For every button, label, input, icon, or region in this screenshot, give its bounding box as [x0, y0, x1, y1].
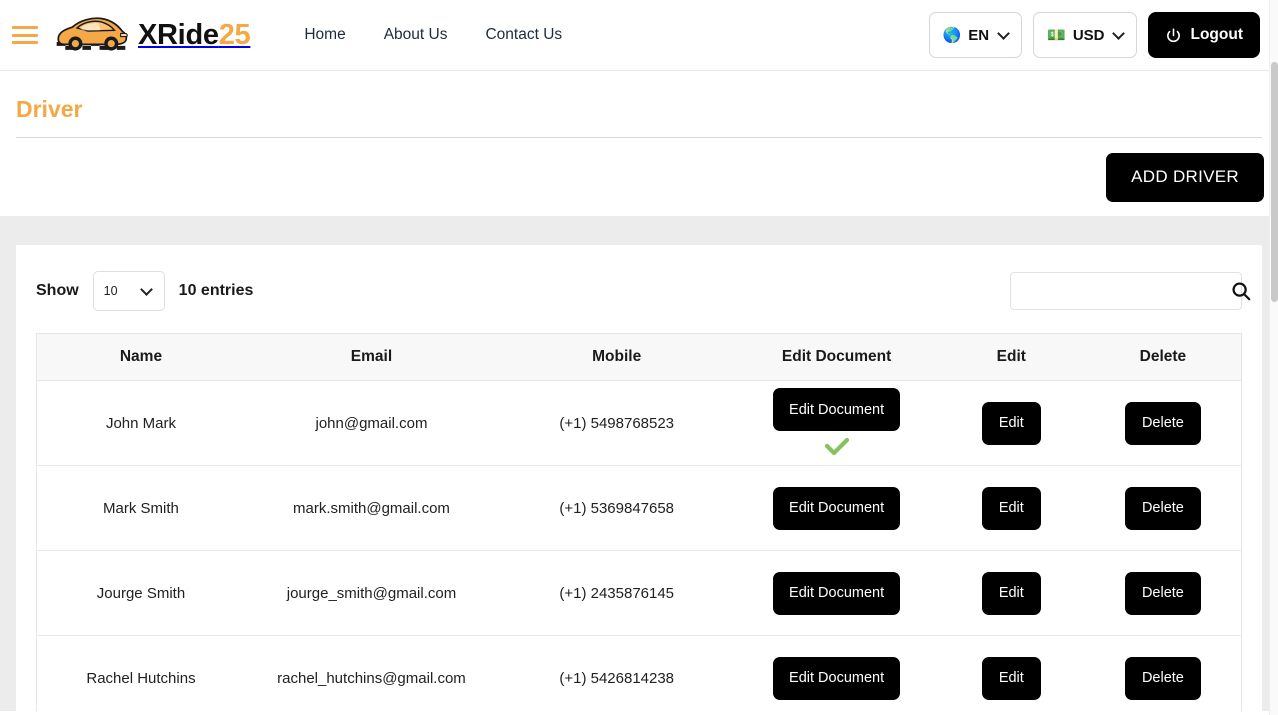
check-icon	[822, 436, 852, 458]
nav-item-contact-us[interactable]: Contact Us	[485, 26, 562, 44]
cell-name: Rachel Hutchins	[37, 636, 245, 712]
edit-document-button[interactable]: Edit Document	[773, 487, 900, 530]
globe-icon: 🌎	[943, 28, 962, 43]
cell-name: Jourge Smith	[37, 551, 245, 636]
edit-document-button[interactable]: Edit Document	[773, 572, 900, 615]
add-driver-button[interactable]: ADD DRIVER	[1106, 153, 1264, 202]
hamburger-bar	[12, 34, 38, 37]
hamburger-icon[interactable]	[12, 24, 38, 46]
edit-document-button[interactable]: Edit Document	[773, 388, 900, 431]
search-input[interactable]	[1010, 272, 1242, 310]
page-title: Driver	[16, 87, 1262, 137]
table-row: Rachel Hutchins rachel_hutchins@gmail.co…	[37, 636, 1242, 712]
cell-mobile: (+1) 2435876145	[498, 551, 735, 636]
edit-button[interactable]: Edit	[982, 572, 1041, 615]
column-header-delete[interactable]: Delete	[1085, 334, 1242, 381]
table-body: John Mark john@gmail.com (+1) 5498768523…	[37, 381, 1242, 712]
header-actions: 🌎 EN 💵 USD Logout	[929, 12, 1260, 58]
table-row: Mark Smith mark.smith@gmail.com (+1) 536…	[37, 466, 1242, 551]
cell-edit-document: Edit Document	[735, 466, 937, 551]
cell-delete: Delete	[1085, 381, 1242, 466]
page-action-band: ADD DRIVER	[0, 138, 1278, 216]
edit-button[interactable]: Edit	[982, 487, 1041, 530]
search-button[interactable]	[1230, 280, 1252, 302]
brand-logo-link[interactable]: XRide25	[52, 12, 250, 58]
delete-button[interactable]: Delete	[1125, 487, 1201, 530]
cell-edit-document: Edit Document	[735, 636, 937, 712]
page-title-band: Driver	[0, 71, 1278, 138]
chevron-down-icon	[140, 283, 153, 296]
delete-button[interactable]: Delete	[1125, 402, 1201, 445]
edit-document-button[interactable]: Edit Document	[773, 657, 900, 700]
cell-name: John Mark	[37, 381, 245, 466]
delete-button[interactable]: Delete	[1125, 572, 1201, 615]
cell-delete: Delete	[1085, 466, 1242, 551]
power-icon	[1165, 27, 1182, 44]
brand-name: XRide25	[138, 21, 250, 50]
hamburger-bar	[12, 41, 38, 44]
table-header: Name Email Mobile Edit Document Edit Del…	[37, 334, 1242, 381]
column-header-name[interactable]: Name	[37, 334, 245, 381]
drivers-card: Show 10 10 entries	[16, 245, 1262, 711]
scrollbar-thumb[interactable]	[1271, 62, 1278, 302]
table-controls: Show 10 10 entries	[36, 271, 1242, 333]
cell-edit-document: Edit Document	[735, 381, 937, 466]
site-header: XRide25 Home About Us Contact Us 🌎 EN 💵 …	[0, 0, 1278, 71]
brand-number: 25	[219, 19, 251, 51]
cell-mobile: (+1) 5498768523	[498, 381, 735, 466]
content-background: Show 10 10 entries	[0, 216, 1278, 711]
brand-text: XRide	[138, 19, 219, 51]
language-label: EN	[968, 27, 989, 44]
cell-edit-document: Edit Document	[735, 551, 937, 636]
column-header-mobile[interactable]: Mobile	[498, 334, 735, 381]
cell-email: jourge_smith@gmail.com	[245, 551, 498, 636]
delete-button[interactable]: Delete	[1125, 657, 1201, 700]
car-logo-icon	[52, 12, 130, 58]
cell-name: Mark Smith	[37, 466, 245, 551]
cell-edit: Edit	[938, 466, 1085, 551]
table-row: John Mark john@gmail.com (+1) 5498768523…	[37, 381, 1242, 466]
column-header-email[interactable]: Email	[245, 334, 498, 381]
edit-button[interactable]: Edit	[982, 402, 1041, 445]
logout-label: Logout	[1190, 26, 1243, 44]
banknote-icon: 💵	[1047, 28, 1066, 43]
edit-button[interactable]: Edit	[982, 657, 1041, 700]
cell-email: rachel_hutchins@gmail.com	[245, 636, 498, 712]
edit-document-stack: Edit Document	[739, 388, 933, 458]
search-container	[1010, 272, 1242, 310]
cell-edit: Edit	[938, 381, 1085, 466]
hamburger-bar	[12, 26, 38, 29]
entries-length-group: Show 10 10 entries	[36, 271, 253, 311]
chevron-down-icon	[997, 27, 1010, 40]
show-label: Show	[36, 282, 79, 300]
column-header-edit-document[interactable]: Edit Document	[735, 334, 937, 381]
cell-delete: Delete	[1085, 636, 1242, 712]
cell-delete: Delete	[1085, 551, 1242, 636]
cell-edit: Edit	[938, 636, 1085, 712]
logout-button[interactable]: Logout	[1148, 12, 1260, 58]
main-nav: Home About Us Contact Us	[304, 26, 562, 44]
cell-email: john@gmail.com	[245, 381, 498, 466]
cell-email: mark.smith@gmail.com	[245, 466, 498, 551]
table-row: Jourge Smith jourge_smith@gmail.com (+1)…	[37, 551, 1242, 636]
entries-length-value: 10	[104, 284, 142, 298]
search-icon	[1230, 280, 1252, 302]
cell-mobile: (+1) 5369847658	[498, 466, 735, 551]
language-selector[interactable]: 🌎 EN	[929, 12, 1023, 58]
chevron-down-icon	[1113, 27, 1126, 40]
entries-length-select[interactable]: 10	[93, 271, 165, 311]
nav-item-home[interactable]: Home	[304, 26, 345, 44]
currency-label: USD	[1073, 27, 1105, 44]
table-header-row: Name Email Mobile Edit Document Edit Del…	[37, 334, 1242, 381]
drivers-table: Name Email Mobile Edit Document Edit Del…	[36, 333, 1242, 711]
entries-count-label: 10 entries	[179, 282, 254, 300]
nav-item-about-us[interactable]: About Us	[384, 26, 448, 44]
column-header-edit[interactable]: Edit	[938, 334, 1085, 381]
currency-selector[interactable]: 💵 USD	[1033, 12, 1137, 58]
cell-edit: Edit	[938, 551, 1085, 636]
page-scrollbar[interactable]	[1269, 0, 1278, 715]
cell-mobile: (+1) 5426814238	[498, 636, 735, 712]
